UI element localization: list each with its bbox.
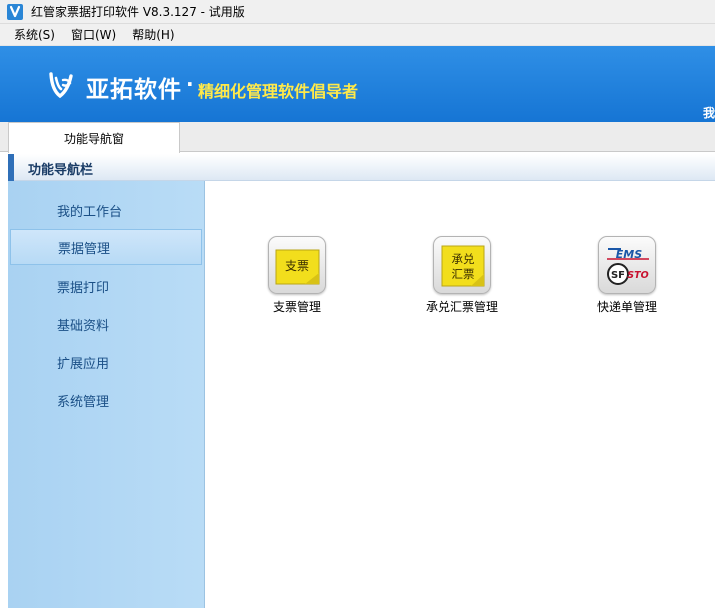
acceptance-bill-icon-text-top: 承兑 — [452, 252, 475, 266]
sidebar-item-label: 票据打印 — [57, 280, 110, 296]
tab-strip: 功能导航窗 — [0, 122, 715, 153]
sidebar-item-label: 系统管理 — [57, 394, 110, 410]
menu-window[interactable]: 窗口(W) — [63, 26, 124, 43]
tile-label: 快递单管理 — [596, 300, 657, 314]
banner-user-text: 我 — [702, 106, 715, 120]
express-waybill-icon: EMS SF STO — [598, 236, 656, 294]
section-title: 功能导航栏 — [28, 163, 94, 178]
brand-logo-icon — [49, 72, 73, 99]
tile-label: 承兑汇票管理 — [425, 300, 498, 314]
main-content: 支票 支票管理 承兑 汇票 承兑汇票管理 EMS SF STO 快递单管理 — [205, 181, 715, 608]
section-accent-bar — [8, 154, 14, 181]
sidebar-item-label: 扩展应用 — [57, 356, 110, 372]
menu-help[interactable]: 帮助(H) — [124, 26, 182, 43]
tile-express-waybill-management[interactable]: EMS SF STO 快递单管理 — [571, 236, 681, 316]
express-sf-text: SF — [611, 270, 625, 281]
sidebar-nav: 我的工作台 票据管理 票据打印 基础资料 扩展应用 系统管理 — [8, 181, 205, 608]
window-title: 红管家票据打印软件 V8.3.127 - 试用版 — [31, 5, 245, 19]
header-banner: 亚拓软件 · 精细化管理软件倡导者 我 — [0, 46, 715, 122]
sidebar-item-workbench[interactable]: 我的工作台 — [10, 192, 202, 228]
menu-bar: 系统(S) 窗口(W) 帮助(H) — [0, 24, 715, 46]
acceptance-bill-icon: 承兑 汇票 — [433, 236, 491, 294]
app-logo-icon — [7, 3, 23, 20]
title-bar: 红管家票据打印软件 V8.3.127 - 试用版 — [0, 0, 715, 24]
menu-system[interactable]: 系统(S) — [6, 26, 63, 43]
tile-check-management[interactable]: 支票 支票管理 — [241, 236, 351, 316]
tile-label: 支票管理 — [272, 300, 321, 314]
section-header: 功能导航栏 — [8, 154, 715, 181]
sidebar-item-extensions[interactable]: 扩展应用 — [10, 344, 202, 380]
sidebar-item-label: 我的工作台 — [57, 204, 123, 220]
sidebar-item-basic-data[interactable]: 基础资料 — [10, 306, 202, 342]
sidebar-item-bill-printing[interactable]: 票据打印 — [10, 268, 202, 304]
sidebar-item-label: 票据管理 — [58, 241, 111, 257]
check-note-icon-text: 支票 — [285, 259, 309, 273]
sidebar-item-system-management[interactable]: 系统管理 — [10, 382, 202, 418]
brand-separator: · — [186, 72, 194, 96]
express-sto-text: STO — [627, 270, 648, 281]
tab-function-navigation[interactable]: 功能导航窗 — [8, 122, 180, 153]
check-note-icon: 支票 — [268, 236, 326, 294]
brand-name: 亚拓软件 — [86, 77, 182, 103]
sidebar-item-label: 基础资料 — [57, 318, 110, 334]
tile-acceptance-bill-management[interactable]: 承兑 汇票 承兑汇票管理 — [406, 236, 516, 316]
brand-slogan: 精细化管理软件倡导者 — [198, 82, 359, 101]
sidebar-item-bill-management[interactable]: 票据管理 — [10, 229, 202, 265]
tab-label: 功能导航窗 — [63, 131, 124, 146]
acceptance-bill-icon-text-bottom: 汇票 — [452, 267, 475, 281]
